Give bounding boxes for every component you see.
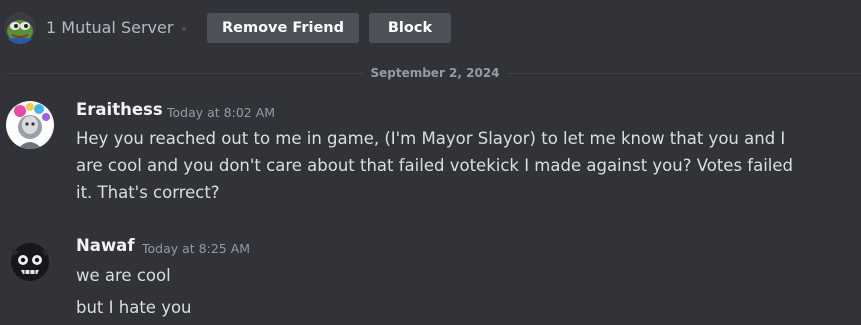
avatar[interactable] [6, 238, 54, 286]
message-content: but I hate you [76, 298, 192, 317]
remove-friend-button[interactable]: Remove Friend [207, 13, 359, 43]
message-author[interactable]: Eraithess [76, 100, 163, 119]
block-button[interactable]: Block [369, 13, 451, 43]
message-timestamp: Today at 8:25 AM [142, 241, 251, 256]
avatar[interactable] [6, 101, 54, 149]
message-timestamp: Today at 8:02 AM [167, 105, 276, 120]
mutual-server-icon[interactable] [4, 12, 36, 44]
date-divider-label: September 2, 2024 [363, 65, 507, 81]
message-content: Hey you reached out to me in game, (I'm … [76, 129, 794, 202]
mutual-servers-link[interactable]: 1 Mutual Server [46, 18, 173, 37]
message-author[interactable]: Nawaf [76, 236, 135, 255]
separator-dot [182, 27, 186, 31]
message-content: we are cool [76, 266, 171, 285]
profile-action-bar: 1 Mutual Server Remove Friend Block [0, 0, 861, 56]
